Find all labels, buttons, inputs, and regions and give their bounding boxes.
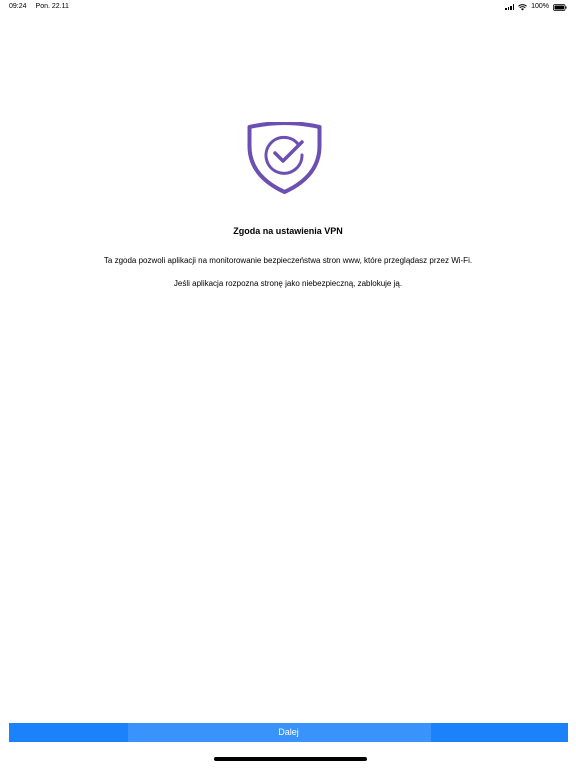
vpn-consent-screen: 09:24 Pon. 22.11 100% Zgoda na ustawieni… xyxy=(0,0,576,768)
signal-icon xyxy=(505,4,515,10)
battery-percentage: 100% xyxy=(531,3,549,10)
status-time: 09:24 xyxy=(9,3,27,10)
status-bar: 09:24 Pon. 22.11 100% xyxy=(0,0,576,14)
status-left: 09:24 Pon. 22.11 xyxy=(9,0,69,14)
consent-description-block: Jeśli aplikacja rozpozna stronę jako nie… xyxy=(173,279,403,288)
status-right: 100% xyxy=(505,0,567,14)
battery-icon xyxy=(553,3,567,11)
consent-description: Ta zgoda pozwoli aplikacji na monitorowa… xyxy=(103,256,473,265)
page-title: Zgoda na ustawienia VPN xyxy=(233,226,343,236)
status-date: Pon. 22.11 xyxy=(35,3,69,10)
home-indicator[interactable] xyxy=(214,757,367,761)
next-button[interactable]: Dalej xyxy=(9,723,568,742)
shield-check-icon xyxy=(247,121,322,194)
wifi-icon xyxy=(518,3,527,11)
